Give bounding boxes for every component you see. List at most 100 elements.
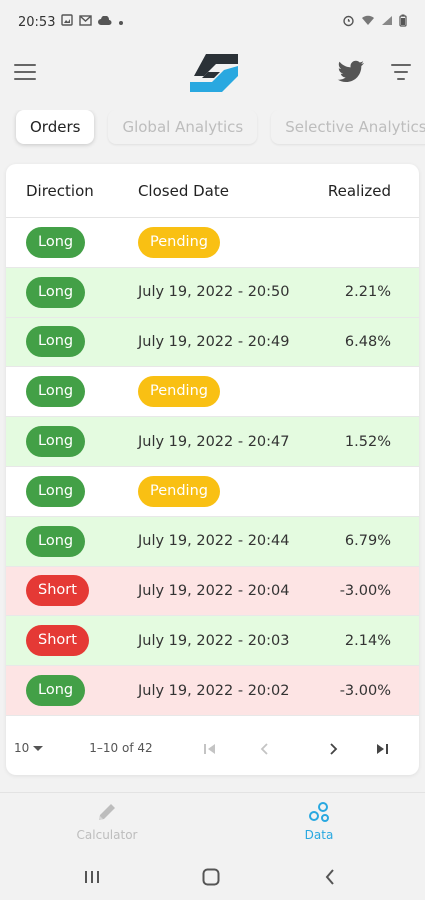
dropdown-arrow-icon [33,745,44,751]
table-row[interactable]: Long July 19, 2022 - 20:49 6.48% [6,317,419,368]
closed-date-text: July 19, 2022 - 20:03 [138,632,290,649]
direction-cell: Long [6,525,138,557]
nav-data[interactable]: Data [264,801,374,842]
table-row[interactable]: Short July 19, 2022 - 20:04 -3.00% [6,566,419,617]
direction-badge: Long [26,276,86,308]
table-header: Direction Closed Date Realized [6,164,419,218]
table-row[interactable]: Long July 19, 2022 - 20:47 1.52% [6,417,419,467]
realized-cell: 1.52% [344,433,391,450]
mail-notification-icon [79,14,93,30]
table-row[interactable]: Long Pending [6,218,419,268]
header-direction[interactable]: Direction [6,182,138,200]
first-page-button[interactable] [200,739,220,759]
wifi-icon [361,15,375,29]
gallery-notification-icon [61,14,74,30]
nav-calculator[interactable]: Calculator [52,801,162,842]
realized-cell: 2.21% [344,284,391,301]
realized-cell: 2.14% [344,632,391,649]
previous-page-button[interactable] [254,739,274,759]
direction-cell: Long [6,475,138,507]
pending-badge: Pending [138,226,220,258]
app-bar [0,44,425,100]
tab-bar: Orders Global Analytics Selective Analytic… [0,110,425,152]
direction-badge: Long [26,675,86,707]
direction-badge: Long [26,426,86,458]
closed-date-cell: Pending [138,376,328,408]
direction-badge: Long [26,226,86,258]
more-notifications-dot-icon [118,15,124,30]
direction-badge: Long [26,326,86,358]
nav-calculator-label: Calculator [76,828,138,842]
menu-icon[interactable] [14,64,36,80]
direction-badge: Long [26,525,86,557]
table-body: Long Pending Long July 19, 2022 - 20:50 2.21… [6,218,419,716]
direction-cell: Long [6,426,138,458]
table-row[interactable]: Long July 19, 2022 - 20:44 6.79% [6,516,419,567]
pencil-icon [96,804,118,826]
pending-badge: Pending [138,376,220,408]
orders-table-card: Direction Closed Date Realized Long Pendi… [6,164,419,775]
closed-date-text: July 19, 2022 - 20:49 [138,333,290,350]
direction-cell: Short [6,625,138,657]
direction-cell: Long [6,376,138,408]
tab-global-analytics[interactable]: Global Analytics [108,110,258,144]
pending-badge: Pending [138,475,220,507]
bottom-navigation: Calculator Data [0,792,425,852]
recent-apps-icon[interactable] [80,866,104,888]
closed-date-cell: July 19, 2022 - 20:50 [138,284,328,300]
direction-badge: Short [26,625,89,657]
status-time: 20:53 [18,14,56,30]
header-realized[interactable]: Realized [328,182,419,200]
page-range-label: 1–10 of 42 [89,741,153,755]
direction-cell: Long [6,675,138,707]
rows-per-page-select[interactable]: 10 [14,741,44,755]
direction-badge: Long [26,475,86,507]
system-navigation-bar [0,852,425,900]
status-bar: 20:53 [0,0,425,44]
realized-cell: 6.48% [344,333,391,350]
pagination: 10 1–10 of 42 [6,721,419,775]
back-icon[interactable] [318,866,342,888]
cloud-notification-icon [98,14,112,30]
table-row[interactable]: Short July 19, 2022 - 20:03 2.14% [6,616,419,667]
closed-date-cell: Pending [138,475,328,507]
alarm-icon [342,14,355,30]
realized-cell: -3.00% [339,682,391,699]
direction-cell: Long [6,226,138,258]
table-row[interactable]: Long Pending [6,466,419,517]
direction-cell: Long [6,276,138,308]
direction-cell: Short [6,575,138,607]
twitter-icon[interactable] [337,60,365,84]
realized-cell: 6.79% [344,533,391,550]
app-logo [186,50,242,96]
closed-date-text: July 19, 2022 - 20:04 [138,582,290,599]
rows-per-page-value: 10 [14,741,30,755]
table-row[interactable]: Long July 19, 2022 - 20:02 -3.00% [6,666,419,716]
table-row[interactable]: Long July 19, 2022 - 20:50 2.21% [6,267,419,318]
table-row[interactable]: Long Pending [6,367,419,418]
closed-date-cell: July 19, 2022 - 20:47 [138,434,328,450]
realized-cell: -3.00% [339,582,391,599]
next-page-button[interactable] [324,739,344,759]
closed-date-text: July 19, 2022 - 20:47 [138,433,290,450]
tab-orders[interactable]: Orders [16,110,95,144]
nav-data-label: Data [304,828,334,842]
closed-date-cell: Pending [138,226,328,258]
direction-badge: Short [26,575,89,607]
direction-cell: Long [6,326,138,358]
closed-date-cell: July 19, 2022 - 20:04 [138,583,328,599]
data-icon [307,802,331,826]
closed-date-text: July 19, 2022 - 20:44 [138,533,290,550]
header-closed-date[interactable]: Closed Date [138,182,328,200]
battery-icon [399,14,407,30]
home-icon[interactable] [199,866,223,888]
tab-selective-analytics[interactable]: Selective Analytics [271,110,425,144]
closed-date-cell: July 19, 2022 - 20:44 [138,533,328,549]
closed-date-text: July 19, 2022 - 20:02 [138,682,290,699]
last-page-button[interactable] [372,739,392,759]
closed-date-cell: July 19, 2022 - 20:02 [138,683,328,699]
closed-date-text: July 19, 2022 - 20:50 [138,284,290,301]
closed-date-cell: July 19, 2022 - 20:49 [138,334,328,350]
filter-icon[interactable] [390,64,412,80]
closed-date-cell: July 19, 2022 - 20:03 [138,633,328,649]
